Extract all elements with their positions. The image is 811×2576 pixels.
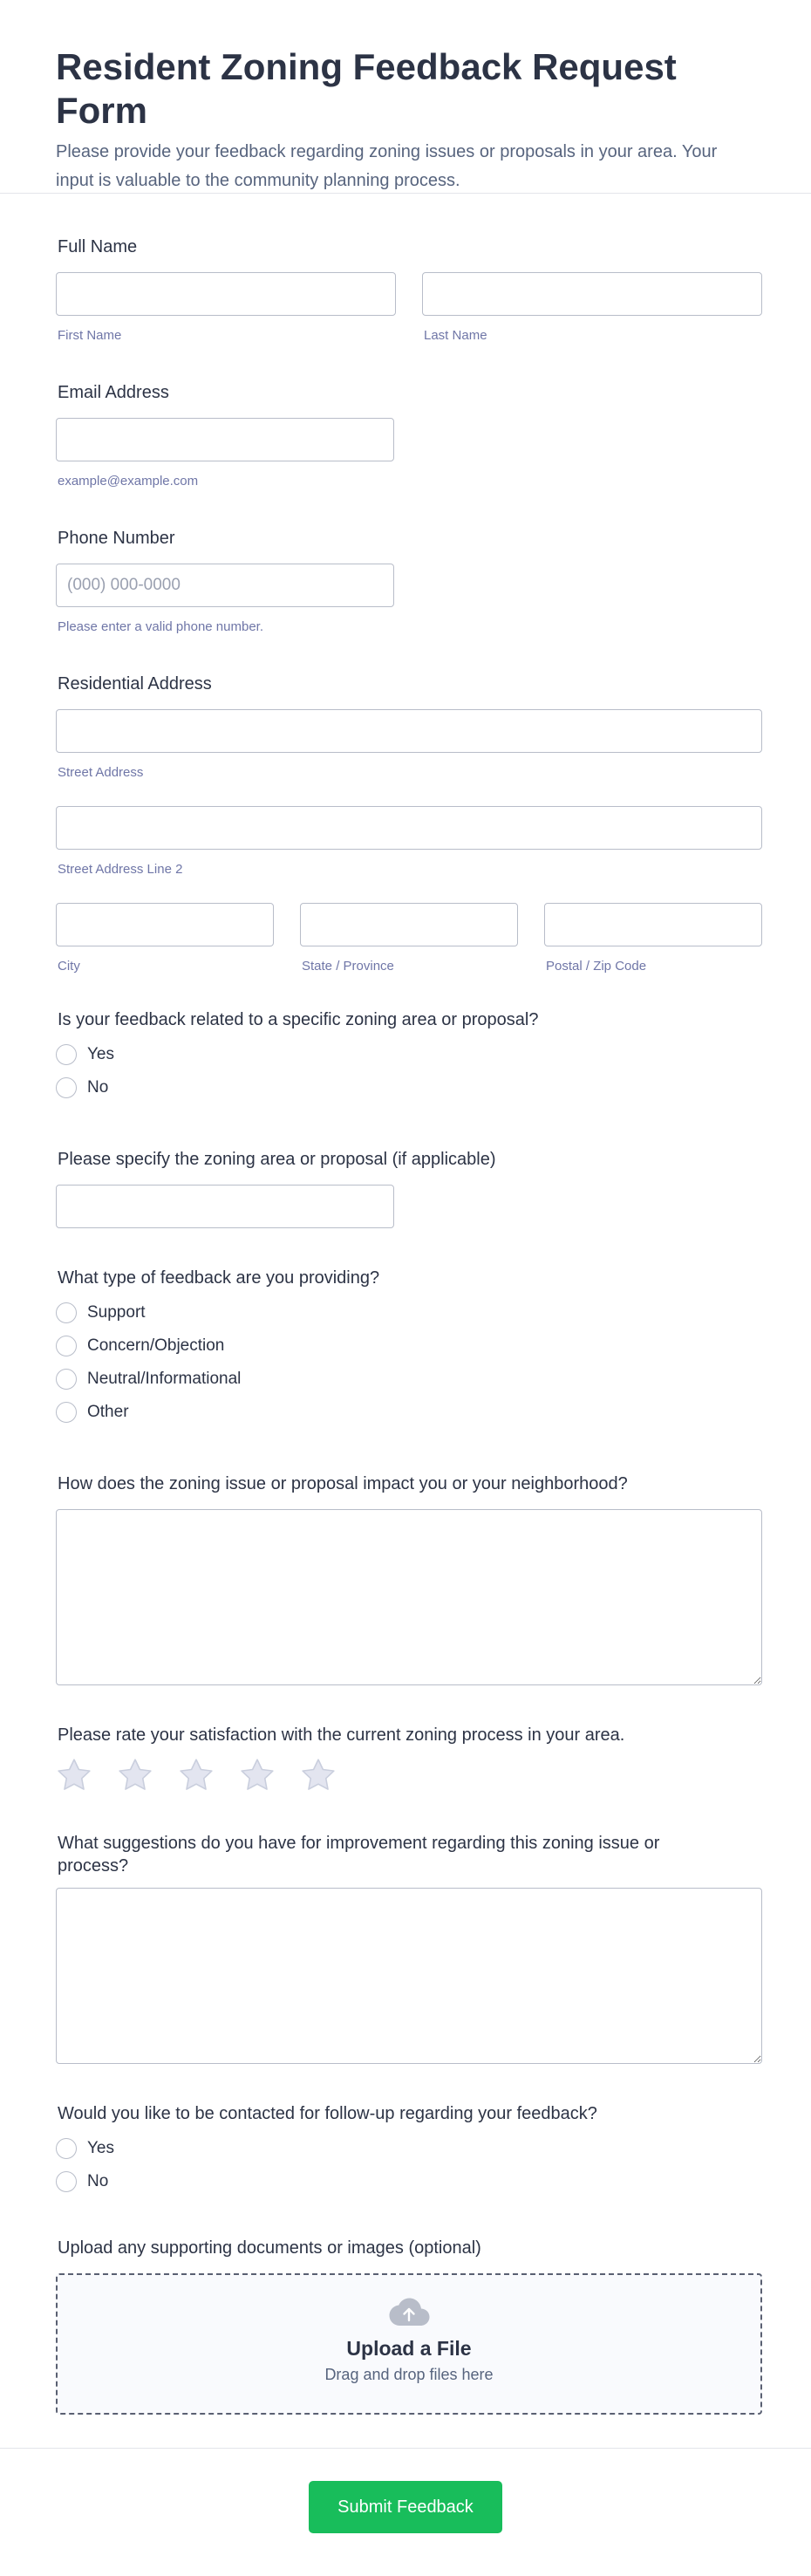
last-name-sublabel: Last Name [424,328,487,343]
radio-circle-icon[interactable] [56,1336,77,1356]
specify-label: Please specify the zoning area or propos… [58,1150,496,1169]
street-address-input[interactable] [56,709,762,753]
email-field: Email Address example@example.com [56,381,762,489]
feedback-type-label: What type of feedback are you providing? [58,1268,380,1288]
related-label: Is your feedback related to a specific z… [58,1010,539,1029]
city-input[interactable] [56,903,274,946]
street-address-line2-sublabel: Street Address Line 2 [58,862,183,877]
full-name-field: Full Name First Name Last Name [56,236,762,343]
feedback-option-concern[interactable]: Concern/Objection [56,1329,762,1363]
form-header: Resident Zoning Feedback Request Form Pl… [0,0,811,194]
radio-circle-icon[interactable] [56,2138,77,2159]
address-field: Residential Address Street Address Stree… [56,673,762,974]
impact-field: How does the zoning issue or proposal im… [56,1472,762,1685]
zip-sublabel: Postal / Zip Code [546,959,647,974]
feedback-option-label: Concern/Objection [87,1336,225,1355]
followup-label: Would you like to be contacted for follo… [58,2104,597,2123]
followup-option-yes[interactable]: Yes [56,2132,762,2165]
file-upload-dropzone[interactable]: Upload a File Drag and drop files here [56,2273,762,2415]
star-icon[interactable] [239,1757,276,1794]
feedback-option-other[interactable]: Other [56,1396,762,1429]
form-body: Full Name First Name Last Name Email Add… [0,236,811,2415]
specify-input[interactable] [56,1185,394,1228]
followup-option-label: Yes [87,2139,114,2157]
star-icon[interactable] [300,1757,337,1794]
city-sublabel: City [58,959,80,974]
radio-circle-icon[interactable] [56,1044,77,1065]
first-name-sublabel: First Name [58,328,122,343]
address-label: Residential Address [58,674,212,694]
submit-feedback-button[interactable]: Submit Feedback [309,2481,502,2533]
form-footer: Submit Feedback [0,2448,811,2576]
radio-circle-icon[interactable] [56,1369,77,1390]
upload-field: Upload any supporting documents or image… [56,2237,762,2415]
radio-circle-icon[interactable] [56,1402,77,1423]
upload-label: Upload any supporting documents or image… [58,2238,481,2258]
feedback-type-field: What type of feedback are you providing?… [56,1267,762,1429]
state-sublabel: State / Province [302,959,394,974]
state-input[interactable] [300,903,518,946]
star-icon[interactable] [117,1757,153,1794]
suggestions-textarea[interactable] [56,1888,762,2064]
related-option-label: Yes [87,1045,114,1063]
suggestions-label: What suggestions do you have for improve… [58,1834,660,1876]
full-name-label: Full Name [58,237,138,256]
upload-title: Upload a File [346,2337,472,2360]
cloud-upload-icon [389,2298,430,2326]
followup-field: Would you like to be contacted for follo… [56,2102,762,2198]
star-icon[interactable] [178,1757,215,1794]
zip-input[interactable] [544,903,762,946]
phone-label: Phone Number [58,529,175,548]
phone-field: Phone Number Please enter a valid phone … [56,527,762,634]
street-address-sublabel: Street Address [58,765,144,780]
star-rating [56,1757,762,1794]
phone-input[interactable] [56,564,394,607]
email-input[interactable] [56,418,394,461]
followup-option-label: No [87,2172,109,2190]
radio-circle-icon[interactable] [56,1302,77,1323]
feedback-option-neutral[interactable]: Neutral/Informational [56,1363,762,1396]
email-sublabel: example@example.com [58,474,199,489]
related-option-yes[interactable]: Yes [56,1038,762,1071]
related-field: Is your feedback related to a specific z… [56,1008,762,1104]
related-option-no[interactable]: No [56,1071,762,1104]
street-address-line2-input[interactable] [56,806,762,850]
form-title: Resident Zoning Feedback Request Form [56,46,677,131]
feedback-option-label: Support [87,1303,146,1322]
rating-label: Please rate your satisfaction with the c… [58,1725,625,1745]
form-description: Please provide your feedback regarding z… [56,142,718,190]
related-option-label: No [87,1078,109,1097]
feedback-option-label: Neutral/Informational [87,1370,242,1388]
suggestions-field: What suggestions do you have for improve… [56,1832,762,2064]
email-label: Email Address [58,383,169,402]
radio-circle-icon[interactable] [56,1077,77,1098]
last-name-input[interactable] [422,272,762,316]
impact-label: How does the zoning issue or proposal im… [58,1474,628,1493]
phone-sublabel: Please enter a valid phone number. [58,619,263,634]
followup-option-no[interactable]: No [56,2165,762,2198]
rating-field: Please rate your satisfaction with the c… [56,1724,762,1794]
star-icon[interactable] [56,1757,92,1794]
upload-subtitle: Drag and drop files here [324,2366,494,2383]
radio-circle-icon[interactable] [56,2171,77,2192]
specify-field: Please specify the zoning area or propos… [56,1148,762,1228]
first-name-input[interactable] [56,272,396,316]
feedback-option-support[interactable]: Support [56,1296,762,1329]
impact-textarea[interactable] [56,1509,762,1685]
feedback-option-label: Other [87,1403,129,1421]
